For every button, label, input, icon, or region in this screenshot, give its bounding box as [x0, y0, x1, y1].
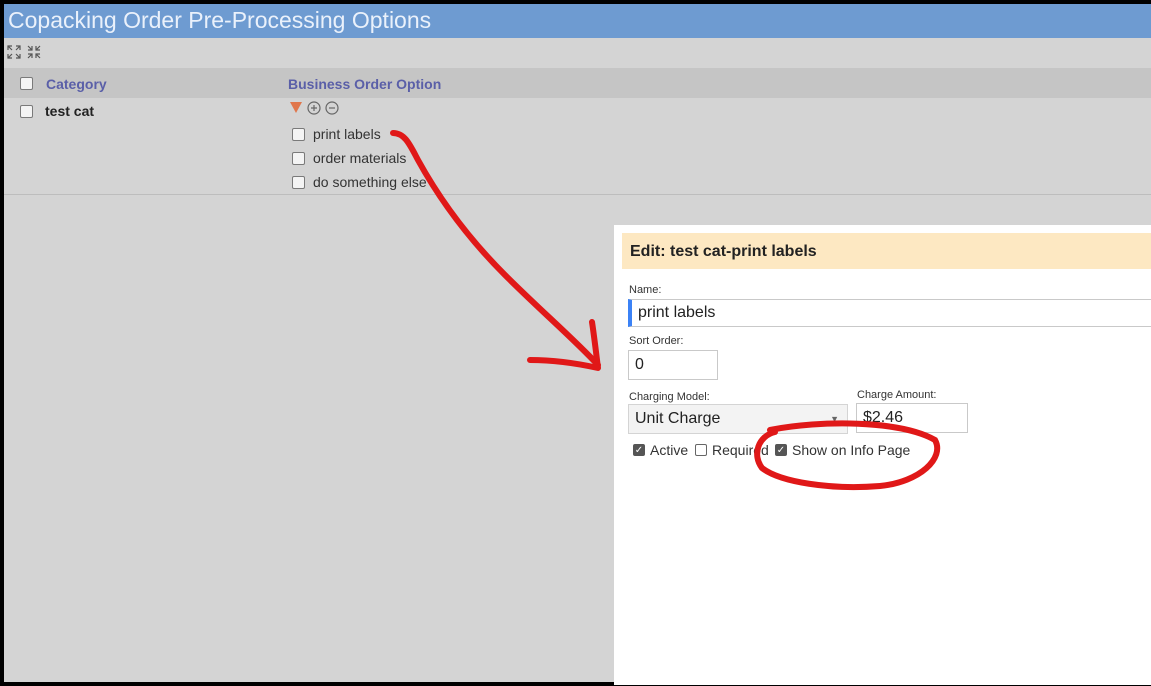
- show-on-info-page-checkbox[interactable]: ✓: [775, 444, 787, 456]
- charge-amount-field[interactable]: [856, 403, 968, 433]
- edit-dialog: Edit: test cat-print labels Name: Sort O…: [614, 225, 1151, 685]
- collapse-toggle-icon[interactable]: [288, 100, 304, 114]
- required-label: Required: [712, 442, 769, 458]
- charge-amount-label: Charge Amount:: [857, 389, 937, 401]
- row-divider: [4, 194, 1151, 195]
- option-item[interactable]: print labels: [313, 126, 381, 142]
- row-checkbox[interactable]: [20, 105, 33, 118]
- option-item[interactable]: order materials: [313, 150, 406, 166]
- category-cell: test cat: [45, 103, 95, 119]
- column-header-category[interactable]: Category: [46, 76, 107, 92]
- sort-order-label: Sort Order:: [629, 335, 684, 347]
- charging-model-label: Charging Model:: [629, 391, 710, 403]
- option-checkbox[interactable]: [292, 176, 305, 189]
- option-checkbox[interactable]: [292, 128, 305, 141]
- option-checkbox[interactable]: [292, 152, 305, 165]
- active-label: Active: [650, 442, 689, 458]
- select-all-checkbox[interactable]: [20, 77, 33, 90]
- charging-model-select[interactable]: Unit Charge ▼: [628, 404, 848, 434]
- remove-option-icon[interactable]: [324, 100, 340, 116]
- chevron-down-icon: ▼: [830, 414, 839, 424]
- show-on-info-page-label: Show on Info Page: [792, 442, 911, 458]
- column-header-business-order-option[interactable]: Business Order Option: [288, 76, 441, 92]
- collapse-all-icon[interactable]: [26, 44, 42, 60]
- active-checkbox[interactable]: ✓: [633, 444, 645, 456]
- sort-order-field[interactable]: [628, 350, 718, 380]
- title-bar: Copacking Order Pre-Processing Options: [4, 4, 1151, 38]
- required-checkbox[interactable]: [695, 444, 707, 456]
- charging-model-value: Unit Charge: [635, 410, 721, 427]
- expand-all-icon[interactable]: [6, 44, 22, 60]
- page-title: Copacking Order Pre-Processing Options: [8, 7, 432, 33]
- dialog-title: Edit: test cat-print labels: [630, 243, 817, 260]
- name-field[interactable]: [628, 299, 1151, 327]
- add-option-icon[interactable]: [306, 100, 322, 116]
- dialog-header: Edit: test cat-print labels: [622, 233, 1151, 269]
- name-label: Name:: [629, 284, 662, 296]
- grid-header: Category Business Order Option: [4, 68, 1151, 98]
- option-item[interactable]: do something else: [313, 174, 427, 190]
